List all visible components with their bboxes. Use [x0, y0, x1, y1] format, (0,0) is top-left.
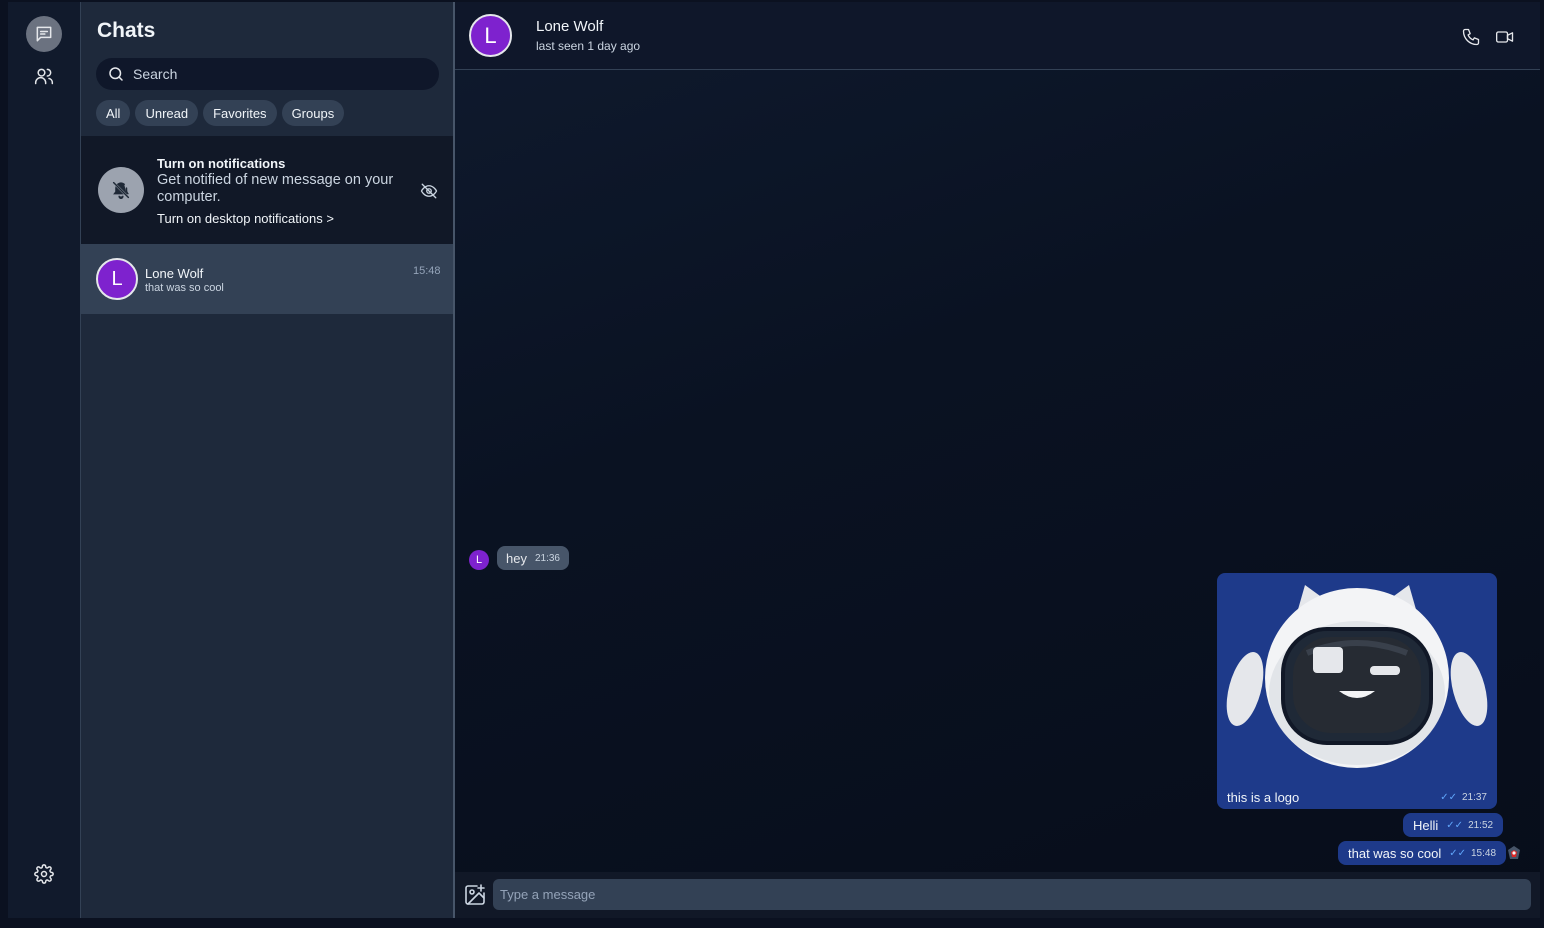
- robot-logo-image: [1226, 585, 1488, 768]
- message-bubble[interactable]: hey 21:36: [497, 546, 569, 570]
- read-receipt-icon: ✓✓: [1440, 792, 1457, 803]
- conversation-header: L Lone Wolf last seen 1 day ago: [455, 2, 1540, 70]
- users-icon: [34, 68, 54, 85]
- avatar: L: [96, 258, 138, 300]
- filter-chips: All Unread Favorites Groups: [96, 100, 345, 126]
- chat-icon: [36, 26, 52, 42]
- message-meta: ✓✓ 21:37: [1440, 792, 1487, 803]
- read-receipt-icon: ✓✓: [1449, 847, 1466, 859]
- message-text: that was so cool: [1348, 845, 1442, 861]
- bell-off-icon: [98, 167, 144, 213]
- message-time: 15:48: [1470, 847, 1497, 859]
- chat-name: Lone Wolf: [145, 266, 204, 281]
- image-message[interactable]: this is a logo ✓✓ 21:37: [1217, 573, 1497, 809]
- read-receipt-icon: ✓✓: [1446, 819, 1464, 831]
- filter-favorites[interactable]: Favorites: [203, 100, 277, 126]
- message-text: Helli: [1413, 817, 1439, 833]
- search-icon: [109, 67, 123, 81]
- search-box[interactable]: [96, 58, 439, 90]
- nav-rail: [8, 2, 81, 918]
- notification-description: Get notified of new message on your comp…: [157, 172, 394, 205]
- gear-icon: [34, 864, 54, 884]
- phone-icon[interactable]: [1461, 27, 1481, 47]
- settings-button[interactable]: [26, 856, 62, 892]
- notification-title: Turn on notifications: [157, 156, 286, 171]
- message-outgoing[interactable]: that was so cool ✓✓ 15:48: [1338, 841, 1507, 865]
- contact-name[interactable]: Lone Wolf: [536, 18, 603, 35]
- message-composer: [455, 872, 1540, 918]
- message-incoming: L hey 21:36: [469, 546, 569, 570]
- message-text: hey: [506, 550, 527, 566]
- enable-notifications-link[interactable]: Turn on desktop notifications >: [157, 211, 334, 226]
- image-caption: this is a logo: [1227, 790, 1300, 805]
- image-add-icon[interactable]: [463, 883, 487, 907]
- contact-avatar[interactable]: L: [469, 14, 512, 57]
- sender-avatar: L: [469, 550, 489, 570]
- contact-status: last seen 1 day ago: [536, 39, 641, 53]
- chat-list-panel: Chats All Unread Favorites Groups Turn o…: [81, 2, 455, 918]
- nav-contacts-button[interactable]: [26, 58, 62, 94]
- filter-unread[interactable]: Unread: [135, 100, 199, 126]
- message-time: 21:37: [1461, 792, 1487, 803]
- search-input[interactable]: [131, 65, 425, 83]
- filter-groups[interactable]: Groups: [281, 100, 345, 126]
- message-time: 21:52: [1468, 819, 1494, 831]
- message-input[interactable]: [493, 879, 1531, 910]
- chat-preview: that was so cool: [145, 282, 224, 294]
- app-window: Chats All Unread Favorites Groups Turn o…: [8, 2, 1540, 918]
- message-time: 21:36: [534, 552, 560, 564]
- chat-list-item[interactable]: L Lone Wolf that was so cool 15:48: [81, 244, 453, 314]
- filter-all[interactable]: All: [96, 100, 131, 126]
- panel-title: Chats: [97, 19, 156, 42]
- seen-by-avatar-icon: [1508, 846, 1520, 859]
- nav-chats-button[interactable]: [26, 16, 62, 52]
- eye-off-icon[interactable]: [420, 182, 438, 200]
- chat-time: 15:48: [413, 265, 441, 277]
- conversation-pane: L Lone Wolf last seen 1 day ago L hey 21…: [455, 2, 1540, 918]
- notification-banner: Turn on notifications Get notified of ne…: [81, 136, 453, 244]
- message-outgoing[interactable]: Helli ✓✓ 21:52: [1403, 813, 1504, 837]
- video-icon[interactable]: [1495, 27, 1515, 47]
